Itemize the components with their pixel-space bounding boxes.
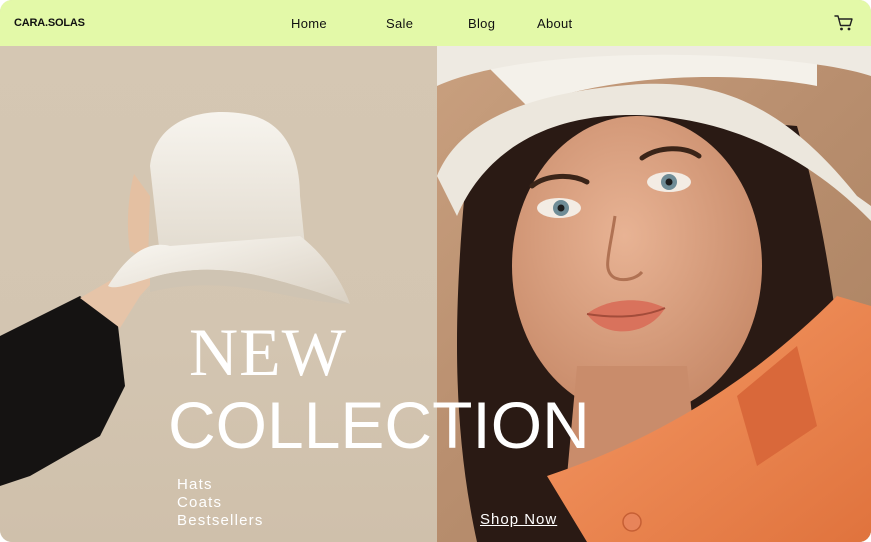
- model-portrait-image: [437, 46, 871, 542]
- nav-link-blog[interactable]: Blog: [468, 16, 495, 31]
- category-links: Hats Coats Bestsellers: [177, 476, 264, 530]
- category-link-bestsellers[interactable]: Bestsellers: [177, 512, 264, 530]
- right-hero-panel: [437, 46, 871, 542]
- left-hero-panel: [0, 46, 437, 542]
- nav-link-home[interactable]: Home: [291, 16, 327, 31]
- page-frame: CARA.SOLAS Home Sale Blog About NEW COLL…: [0, 0, 871, 542]
- hand-holding-hat-image: [0, 111, 350, 486]
- headline-collection: COLLECTION: [168, 388, 590, 462]
- shop-now-link[interactable]: Shop Now: [480, 511, 557, 528]
- category-link-coats[interactable]: Coats: [177, 494, 264, 512]
- nav-links: Home Sale Blog About: [0, 16, 871, 32]
- shopping-cart-icon[interactable]: [834, 14, 854, 32]
- top-nav: CARA.SOLAS Home Sale Blog About: [0, 0, 871, 46]
- headline-new: NEW: [189, 314, 347, 390]
- nav-link-sale[interactable]: Sale: [386, 16, 413, 31]
- category-link-hats[interactable]: Hats: [177, 476, 264, 494]
- nav-link-about[interactable]: About: [537, 16, 572, 31]
